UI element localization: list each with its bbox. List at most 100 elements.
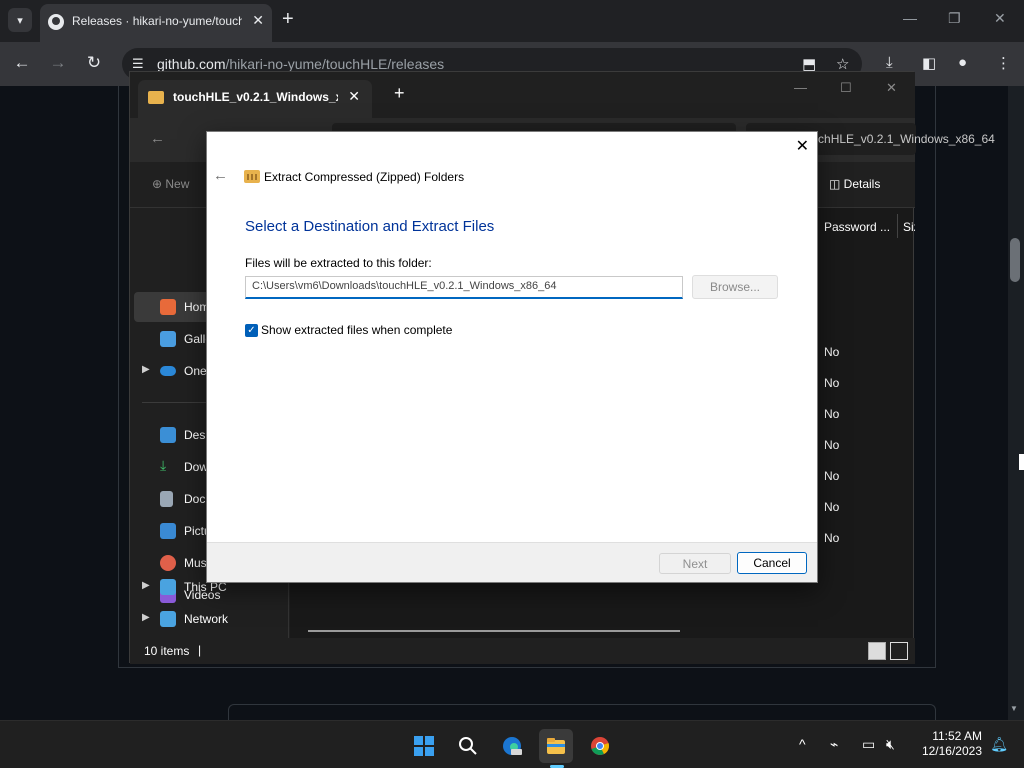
onedrive-icon	[160, 366, 176, 376]
nav-item-network[interactable]: ▶ Network	[130, 604, 280, 634]
chrome-menu-icon[interactable]: ⋮	[996, 54, 1011, 72]
details-view-icon[interactable]	[868, 642, 886, 660]
extract-dialog: ✕ ← Extract Compressed (Zipped) Folders …	[206, 131, 818, 583]
chrome-tab-strip: ▾ Releases · hikari-no-yume/touchHLE ✕ +…	[0, 0, 1024, 42]
horizontal-scrollbar[interactable]	[308, 630, 680, 632]
chevron-right-icon[interactable]: ▶	[142, 612, 150, 623]
back-arrow-icon[interactable]: ←	[213, 167, 228, 184]
chrome-icon	[591, 737, 609, 755]
downloads-icon[interactable]: ⤓	[886, 54, 893, 71]
close-dialog-icon[interactable]: ✕	[796, 136, 809, 156]
back-arrow-icon[interactable]: ←	[150, 130, 165, 147]
large-icons-view-icon[interactable]	[890, 642, 908, 660]
destination-path-input[interactable]: C:\Users\vm6\Downloads\touchHLE_v0.2.1_W…	[245, 276, 683, 299]
network-icon	[160, 611, 176, 627]
password-cell: No	[824, 407, 840, 421]
scroll-down-arrow-icon[interactable]: ▼	[1010, 704, 1018, 713]
side-panel-icon[interactable]: ◧	[922, 54, 936, 72]
clock-date: 12/16/2023	[921, 744, 982, 758]
show-files-checkbox-label[interactable]: Show extracted files when complete	[261, 323, 452, 337]
chevron-right-icon[interactable]: ▶	[142, 364, 150, 375]
dialog-footer: Next Cancel	[207, 542, 817, 582]
show-hidden-icons-chevron-icon[interactable]: ^	[799, 736, 806, 752]
edge-beta-app[interactable]	[495, 729, 529, 763]
column-header-size[interactable]: Size	[903, 220, 915, 234]
pc-icon	[160, 579, 176, 595]
close-tab-icon[interactable]: ✕	[348, 88, 360, 105]
url-path: /hikari-no-yume/touchHLE/releases	[225, 56, 445, 72]
explorer-tab-strip: touchHLE_v0.2.1_Windows_x86_64 ✕ + — ☐ ✕	[130, 72, 915, 118]
clock-time: 11:52 AM	[932, 729, 982, 743]
pictures-icon	[160, 523, 176, 539]
minimize-icon[interactable]: —	[903, 10, 917, 26]
destination-label: Files will be extracted to this folder:	[245, 256, 432, 270]
page-scrollbar-thumb[interactable]	[1010, 238, 1020, 282]
folder-icon	[148, 91, 164, 104]
dialog-heading: Select a Destination and Extract Files	[245, 218, 495, 235]
item-count: 10 items	[144, 644, 190, 658]
forward-arrow-icon[interactable]: →	[46, 53, 70, 73]
close-window-icon[interactable]: ✕	[886, 80, 897, 96]
restore-icon[interactable]: ❐	[948, 10, 961, 27]
minimize-icon[interactable]: —	[794, 80, 807, 95]
volume-muted-icon[interactable]: 🔇︎	[886, 736, 895, 753]
desktop-icon	[160, 427, 176, 443]
column-divider[interactable]	[897, 214, 898, 238]
close-window-icon[interactable]: ✕	[994, 10, 1006, 27]
search-icon	[459, 737, 477, 755]
start-button[interactable]	[407, 729, 441, 763]
password-cell: No	[824, 531, 840, 545]
show-files-checkbox[interactable]: ✓	[245, 324, 258, 337]
nav-item-label: Network	[184, 612, 229, 626]
chrome-app[interactable]	[583, 729, 617, 763]
tab-search-chevron-icon[interactable]: ▾	[8, 8, 32, 32]
windows-logo-icon	[414, 736, 434, 756]
edge-icon	[503, 737, 522, 755]
explorer-tab-title: touchHLE_v0.2.1_Windows_x86_64	[173, 90, 338, 104]
folder-icon	[547, 738, 565, 754]
github-favicon-icon	[48, 14, 64, 30]
new-button[interactable]: ⊕ New	[152, 177, 189, 191]
home-icon	[160, 299, 176, 315]
new-tab-plus-icon[interactable]: +	[394, 84, 405, 102]
clock[interactable]: 11:52 AM 12/16/2023	[922, 729, 982, 759]
password-cell: No	[824, 469, 840, 483]
reload-icon[interactable]: ↻	[82, 53, 106, 73]
status-divider: |	[198, 643, 202, 657]
network-disconnected-icon[interactable]: ⌁	[830, 736, 838, 753]
new-button-label: New	[165, 177, 190, 191]
new-tab-plus-icon[interactable]: +	[282, 9, 294, 29]
display-icon[interactable]: ▭	[862, 736, 875, 753]
password-cell: No	[824, 376, 840, 390]
dialog-title: Extract Compressed (Zipped) Folders	[264, 170, 465, 184]
file-explorer-app[interactable]	[539, 729, 573, 763]
gallery-icon	[160, 331, 176, 347]
details-button[interactable]: ◫ Details	[829, 177, 880, 191]
page-scrollbar[interactable]	[1008, 86, 1024, 720]
browse-button[interactable]: Browse...	[692, 275, 778, 299]
search-button[interactable]	[451, 729, 485, 763]
back-arrow-icon[interactable]: ←	[10, 53, 34, 73]
notification-bell-icon[interactable]: 🔔︎	[990, 736, 1008, 753]
next-button[interactable]: Next	[659, 553, 731, 574]
password-cell: No	[824, 345, 840, 359]
music-icon	[160, 555, 176, 571]
mouse-cursor	[1019, 454, 1024, 470]
column-header-password[interactable]: Password ...	[824, 220, 890, 234]
details-button-label: Details	[843, 177, 881, 191]
taskbar: ^ ⌁ ▭ 🔇︎ 11:52 AM 12/16/2023 🔔︎	[0, 720, 1024, 768]
password-cell: No	[824, 438, 840, 452]
document-icon	[160, 491, 173, 507]
url-text: github.com/hikari-no-yume/touchHLE/relea…	[157, 56, 444, 72]
maximize-icon[interactable]: ☐	[840, 80, 852, 96]
close-tab-icon[interactable]: ✕	[252, 12, 264, 29]
zip-folder-icon	[244, 170, 260, 183]
chevron-right-icon[interactable]: ▶	[142, 580, 150, 591]
profile-avatar-icon[interactable]: ●	[958, 54, 967, 71]
chrome-tab-title: Releases · hikari-no-yume/touchHLE	[72, 14, 242, 28]
explorer-tab[interactable]: touchHLE_v0.2.1_Windows_x86_64 ✕	[138, 80, 372, 118]
site-info-icon[interactable]: ☰	[132, 56, 144, 72]
url-host: github.com	[157, 56, 226, 72]
chrome-tab-releases[interactable]: Releases · hikari-no-yume/touchHLE ✕	[40, 4, 272, 42]
cancel-button[interactable]: Cancel	[737, 552, 807, 574]
